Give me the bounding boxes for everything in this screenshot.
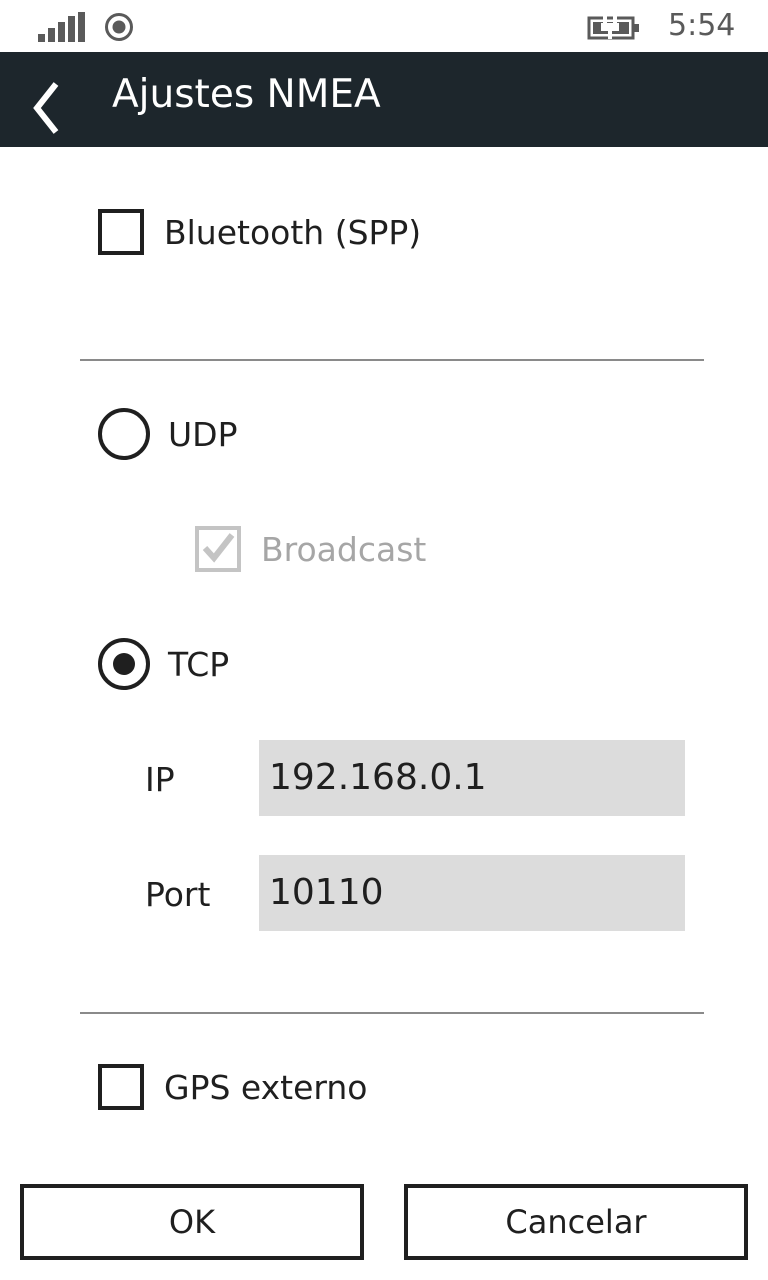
radio-selected-dot: [113, 653, 135, 675]
radio-circle[interactable]: [98, 638, 150, 690]
port-field[interactable]: 10110: [259, 855, 685, 931]
bluetooth-checkbox[interactable]: Bluetooth (SPP): [98, 205, 421, 259]
gps-externo-checkbox[interactable]: GPS externo: [98, 1060, 368, 1114]
gps-externo-label: GPS externo: [164, 1067, 368, 1107]
checkmark-icon: [202, 533, 235, 563]
status-time: 5:54: [668, 8, 736, 43]
checkbox-box[interactable]: [195, 526, 241, 572]
broadcast-checkbox[interactable]: Broadcast: [195, 522, 426, 576]
ok-button[interactable]: OK: [20, 1184, 364, 1260]
signal-icon: [38, 12, 88, 42]
status-bar: 5:54: [0, 0, 768, 52]
ip-label: IP: [145, 760, 175, 799]
back-button[interactable]: [20, 62, 80, 137]
checkbox-box[interactable]: [98, 209, 144, 255]
broadcast-label: Broadcast: [261, 529, 427, 569]
tcp-radio[interactable]: TCP: [98, 637, 229, 691]
radio-circle[interactable]: [98, 408, 150, 460]
battery-charging-icon: [587, 14, 643, 42]
cancel-button[interactable]: Cancelar: [404, 1184, 748, 1260]
ip-field[interactable]: 192.168.0.1: [259, 740, 685, 816]
bluetooth-label: Bluetooth (SPP): [164, 212, 422, 252]
port-label: Port: [145, 875, 211, 914]
divider: [80, 1012, 704, 1014]
back-chevron-icon[interactable]: [20, 62, 80, 137]
app-header: Ajustes NMEA: [0, 52, 768, 147]
checkbox-box[interactable]: [98, 1064, 144, 1110]
tcp-label: TCP: [168, 644, 230, 684]
udp-radio[interactable]: UDP: [98, 407, 237, 461]
udp-label: UDP: [168, 414, 238, 454]
page-title: Ajustes NMEA: [112, 72, 381, 117]
location-icon: [104, 12, 134, 42]
divider: [80, 359, 704, 361]
